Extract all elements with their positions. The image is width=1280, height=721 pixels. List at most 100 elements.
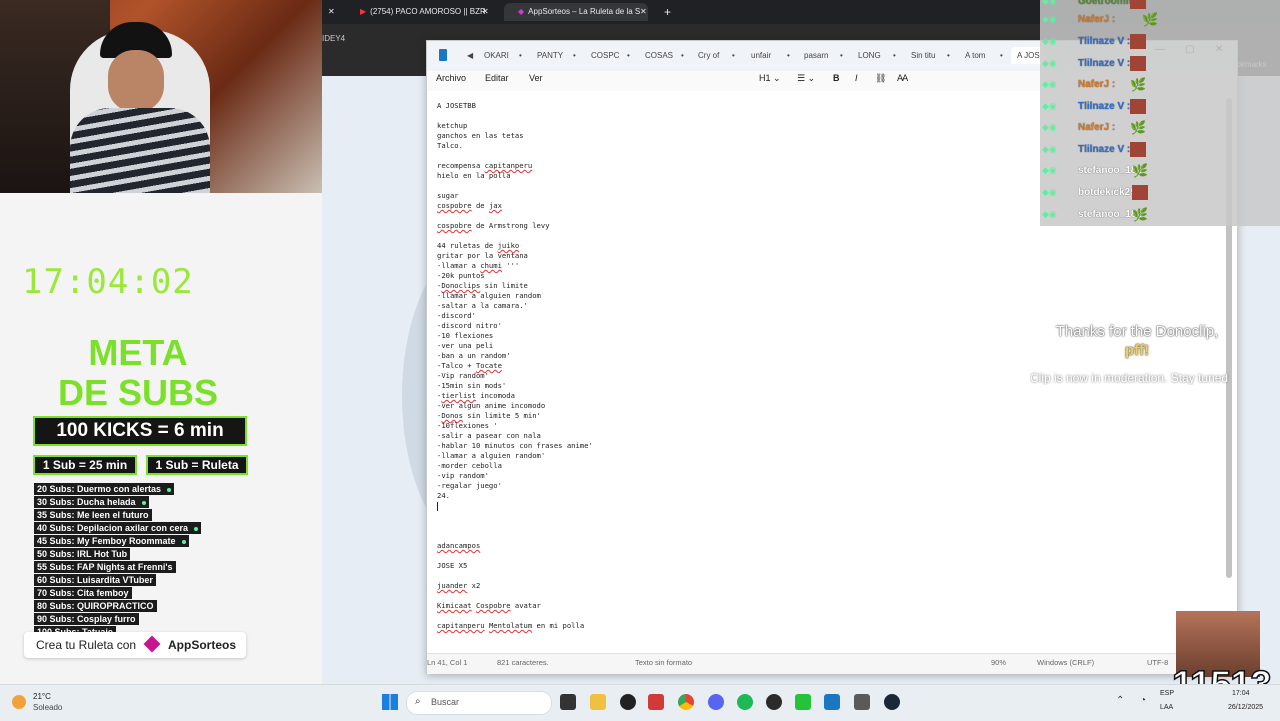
tray-chevron-up-icon[interactable]: ⌃	[1116, 695, 1124, 706]
text-line[interactable]: -regalar juego'	[437, 481, 502, 490]
list-dropdown-icon[interactable]: ☰ ⌄	[797, 73, 815, 84]
text-line[interactable]: -llamar a alguien random	[437, 291, 541, 300]
app-dark-icon[interactable]	[766, 694, 782, 710]
text-line[interactable]: -llamar a chumi '''	[437, 261, 519, 270]
link-icon[interactable]: ⛓	[875, 73, 886, 84]
text-line[interactable]: capitanperu Mentolatum en mi polla	[437, 621, 584, 630]
steam-icon[interactable]	[884, 694, 900, 710]
text-line[interactable]: ketchup	[437, 121, 467, 130]
text-line[interactable]: -ban a un random'	[437, 351, 511, 360]
text-line[interactable]: -tierlist incomoda	[437, 391, 515, 400]
network-icon[interactable]: ◔	[1140, 695, 1146, 706]
text-line[interactable]: -20k puntos	[437, 271, 485, 280]
notepad-tab[interactable]: LONG	[858, 51, 881, 60]
close-icon[interactable]: ✕	[328, 3, 340, 21]
chrome-icon[interactable]	[678, 694, 694, 710]
text-line[interactable]: -15min sin mods'	[437, 381, 506, 390]
text-line[interactable]: cospobre de jax	[437, 201, 502, 210]
kick-icon[interactable]	[795, 694, 811, 710]
chat-username[interactable]: NaferJ :	[1078, 79, 1115, 90]
text-line[interactable]: sugar	[437, 191, 459, 200]
text-line[interactable]: JOSE X5	[437, 561, 467, 570]
text-line[interactable]: -ver algun anime incomodo	[437, 401, 545, 410]
bold-icon[interactable]: B	[833, 73, 840, 83]
chat-username[interactable]: Tlilnaze V :	[1078, 101, 1130, 112]
windows-start-icon[interactable]	[382, 694, 398, 710]
text-line[interactable]: -discord nitro'	[437, 321, 502, 330]
text-line[interactable]: 24.	[437, 491, 450, 500]
notepad-tab-close-dot[interactable]: •	[1000, 51, 1003, 60]
chat-username[interactable]: NaferJ :	[1078, 122, 1115, 133]
notepad-tab[interactable]: COSAS	[645, 51, 673, 60]
browser-tab-label[interactable]: IDEY4	[322, 34, 345, 43]
notepad-tab-close-dot[interactable]: •	[893, 51, 896, 60]
italic-icon[interactable]: I	[855, 73, 858, 83]
text-line[interactable]: -hablar 10 minutos con frases anime'	[437, 441, 593, 450]
chat-username[interactable]: Tlilnaze V :	[1078, 144, 1130, 155]
chat-username[interactable]: Tlilnaze V :	[1078, 36, 1130, 47]
weather-desc[interactable]: Soleado	[33, 703, 62, 712]
notepad-tab[interactable]: A tom	[965, 51, 985, 60]
notepad-tab[interactable]: COSPC	[591, 51, 619, 60]
taskbar-search[interactable]: ⌕ Buscar	[406, 691, 552, 715]
taskbar-date[interactable]: 26/12/2025	[1228, 704, 1263, 711]
text-line[interactable]: -Donos sin limite 5 min'	[437, 411, 541, 420]
text-line[interactable]: juander x2	[437, 581, 480, 590]
menu-ver[interactable]: Ver	[529, 73, 543, 83]
notepad-tab-close-dot[interactable]: •	[681, 51, 684, 60]
menu-archivo[interactable]: Archivo	[436, 73, 466, 83]
text-line[interactable]: adancampos	[437, 541, 480, 550]
tab-scroll-left-icon[interactable]: ◀	[467, 51, 473, 60]
weather-sun-icon[interactable]	[12, 695, 26, 709]
notepad-tab-close-dot[interactable]: •	[627, 51, 630, 60]
text-line[interactable]: cospobre de Armstrong levy	[437, 221, 550, 230]
status-encoding[interactable]: UTF-8	[1147, 658, 1168, 667]
text-line[interactable]: A JOSETBB	[437, 101, 476, 110]
notepad-tab[interactable]: Cry of	[698, 51, 719, 60]
task-view-icon[interactable]	[560, 694, 576, 710]
text-line[interactable]: recompensa capitanperu	[437, 161, 532, 170]
text-line[interactable]: gritar por la ventana	[437, 251, 528, 260]
text-line[interactable]: -discord'	[437, 311, 476, 320]
new-tab-button[interactable]: +	[664, 3, 678, 21]
browser-tab-active[interactable]: ◆ AppSorteos – La Ruleta de la S	[504, 3, 648, 21]
text-line[interactable]: 44 ruletas de juiko	[437, 241, 519, 250]
notepad-tab-close-dot[interactable]: •	[573, 51, 576, 60]
menu-editar[interactable]: Editar	[485, 73, 509, 83]
language-indicator[interactable]: ESP	[1160, 690, 1174, 697]
text-line[interactable]: -llamar a alguien random'	[437, 451, 545, 460]
text-line[interactable]: ganchos en las tetas	[437, 131, 524, 140]
discord-icon[interactable]	[708, 694, 724, 710]
text-line[interactable]: -salir a pasear con nala	[437, 431, 541, 440]
notepad-tab[interactable]: unfair	[751, 51, 771, 60]
notepad-tab[interactable]: Sin titu	[911, 51, 935, 60]
text-line[interactable]: -saltar a la camara.'	[437, 301, 528, 310]
notepad-tab-close-dot[interactable]: •	[787, 51, 790, 60]
status-zoom[interactable]: 90%	[991, 658, 1006, 667]
text-line[interactable]: Talco.	[437, 141, 463, 150]
clear-format-icon[interactable]: Ꜳ	[897, 73, 908, 84]
text-line[interactable]: -10 flexiones	[437, 331, 493, 340]
weather-temp[interactable]: 21°C	[33, 692, 51, 701]
close-icon[interactable]: ✕	[482, 3, 494, 21]
close-icon[interactable]: ✕	[640, 3, 652, 21]
obs-icon[interactable]	[620, 694, 636, 710]
text-line[interactable]: -10flexiones '	[437, 421, 498, 430]
text-line[interactable]: hielo en la polla	[437, 171, 511, 180]
status-line-ending[interactable]: Windows (CRLF)	[1037, 658, 1094, 667]
taskbar-time[interactable]: 17:04	[1232, 690, 1250, 697]
language-indicator-secondary[interactable]: LAA	[1160, 704, 1173, 711]
heading-dropdown[interactable]: H1 ⌄	[759, 73, 781, 84]
notepad-tab-close-dot[interactable]: •	[947, 51, 950, 60]
text-line[interactable]: -ver una peli	[437, 341, 493, 350]
app-box-icon[interactable]	[854, 694, 870, 710]
text-line[interactable]: Kimicaat Cospobre avatar	[437, 601, 541, 610]
text-line[interactable]: -morder cebolla	[437, 461, 502, 470]
text-line[interactable]: -Vip random'	[437, 371, 489, 380]
notepad-tab[interactable]: PANTY	[537, 51, 563, 60]
app-red-icon[interactable]	[648, 694, 664, 710]
file-explorer-icon[interactable]	[590, 694, 606, 710]
notepad-tab-close-dot[interactable]: •	[519, 51, 522, 60]
text-line[interactable]: -Talco + Tocate	[437, 361, 502, 370]
chat-username[interactable]: NaferJ :	[1078, 14, 1115, 25]
